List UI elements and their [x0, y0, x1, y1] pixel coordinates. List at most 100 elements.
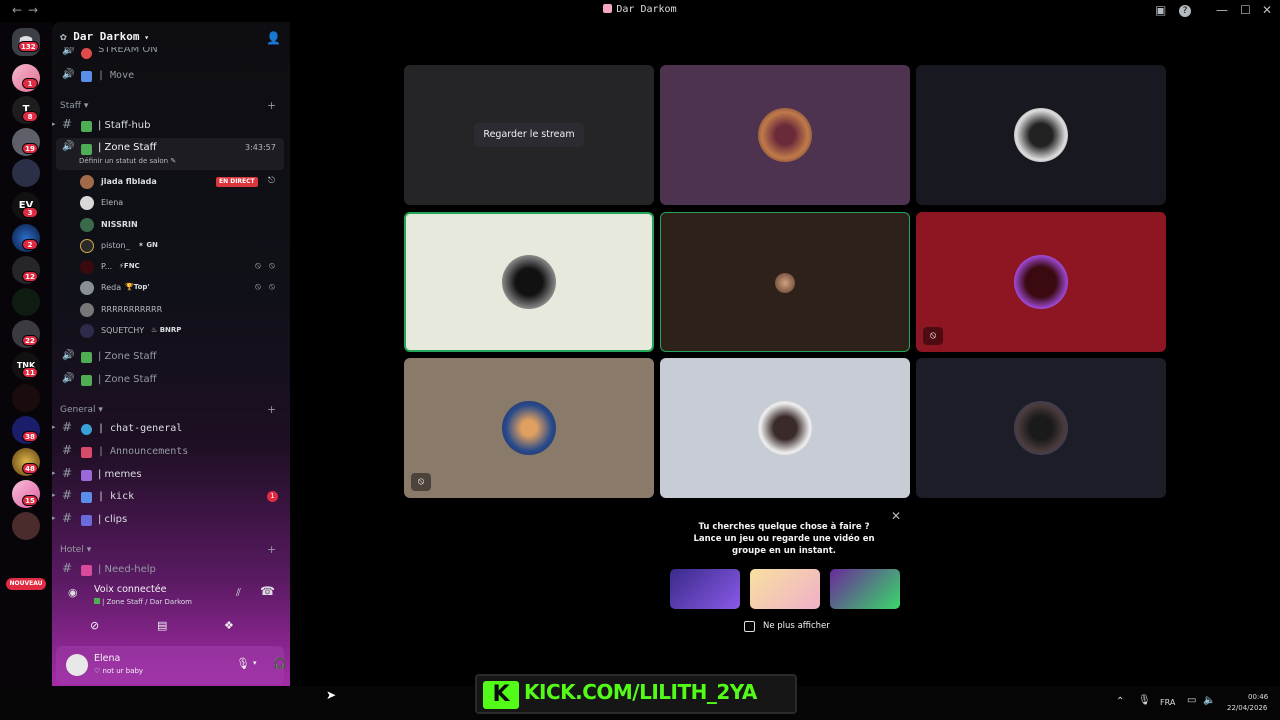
mouse-cursor-icon: ➤	[326, 688, 337, 702]
maximize-icon[interactable]: ☐	[1240, 3, 1251, 17]
disconnect-icon[interactable]: ☎	[260, 584, 275, 598]
video-tile-speaking[interactable]	[404, 212, 654, 352]
channel-row[interactable]: 🔊 STREAM ON	[52, 47, 290, 59]
chevron-up-icon[interactable]: ⌃	[1116, 696, 1124, 707]
channel-row[interactable]: ▸ # | memes	[52, 466, 290, 482]
deafened-icon: ⦸	[411, 473, 431, 491]
avatar	[1014, 401, 1068, 455]
channel-status-hint[interactable]: Définir un statut de salon ✎	[79, 157, 176, 165]
inbox-icon[interactable]: ▣	[1155, 3, 1166, 17]
window-title: Dar Darkom	[0, 4, 1280, 15]
app-root: ← → Dar Darkom ▣ ? — ☐ ✕ 132 1 T 8 19 EV…	[0, 0, 1280, 720]
server-badge: 15	[22, 495, 38, 506]
video-tile-stream[interactable]: Regarder le stream	[404, 65, 654, 205]
caret-right-icon: ▸	[52, 423, 56, 431]
channel-row[interactable]: 🔊 | Move	[52, 69, 290, 83]
dm-badge: 132	[18, 41, 39, 52]
help-icon[interactable]: ?	[1179, 5, 1191, 17]
voice-user[interactable]: piston_ ✶ GN	[52, 238, 290, 254]
channel-row[interactable]: # | Need-help	[52, 561, 290, 577]
video-tile[interactable]	[660, 65, 910, 205]
active-voice-channel[interactable]: 🔊 | Zone Staff 3:43:57 Définir un statut…	[56, 138, 284, 170]
voice-user[interactable]: NISSRIN	[52, 217, 290, 233]
voice-user[interactable]: Reda 🏆Top' ⦸ ⦸	[52, 280, 290, 296]
video-tile[interactable]	[660, 212, 910, 352]
server-icon-red[interactable]	[12, 384, 40, 412]
avatar	[80, 239, 94, 253]
voice-user[interactable]: RRRRRRRRRRR	[52, 302, 290, 318]
server-icon-green[interactable]	[12, 288, 40, 316]
server-icon	[603, 4, 613, 13]
server-icon-brown[interactable]	[12, 512, 40, 540]
channel-row[interactable]: 🔊 | Zone Staff	[52, 373, 290, 387]
channel-emoji-icon	[81, 71, 92, 82]
voice-user[interactable]: SQUETCHY ♨ BNRP	[52, 323, 290, 339]
channel-emoji-icon	[81, 48, 92, 59]
hash-icon: #	[62, 511, 73, 525]
server-badge: 12	[22, 271, 38, 282]
channel-emoji-icon	[81, 447, 92, 458]
avatar	[80, 196, 94, 210]
add-member-icon[interactable]: 👤	[266, 31, 281, 45]
voice-channel-link[interactable]: | Zone Staff / Dar Darkom	[94, 598, 192, 606]
video-tile[interactable]	[660, 358, 910, 498]
channel-row[interactable]: ▸ # | chat-general	[52, 420, 290, 436]
server-badge: 1	[22, 78, 38, 89]
category-general[interactable]: General ▾	[60, 405, 103, 415]
video-tile[interactable]: ⦸	[404, 358, 654, 498]
channel-row[interactable]: ▸ # | kick 1	[52, 488, 290, 504]
channel-row[interactable]: 🔊 | Zone Staff	[52, 350, 290, 364]
category-hotel[interactable]: Hotel ▾	[60, 545, 91, 555]
channel-sidebar: ✿ Dar Darkom ▾ 👤 🔊 STREAM ON 🔊 | Move St…	[52, 22, 290, 686]
channel-emoji-icon	[94, 598, 100, 604]
voice-user[interactable]: jlada flblada EN DIRECT ⎋	[52, 174, 290, 190]
user-tag: ⚡FNC	[119, 262, 140, 270]
microphone-icon[interactable]: 🎙	[1138, 695, 1151, 706]
dont-show-checkbox[interactable]	[744, 621, 755, 632]
close-window-icon[interactable]: ✕	[1262, 3, 1272, 17]
camera-off-icon[interactable]: ⊘	[90, 619, 99, 632]
user-tag: ♨ BNRP	[151, 326, 182, 334]
microphone-icon[interactable]: 🎙	[236, 657, 250, 670]
headphones-icon[interactable]: 🎧	[273, 657, 287, 670]
video-tile[interactable]: ⦸	[916, 212, 1166, 352]
channel-emoji-icon	[81, 565, 92, 576]
add-channel-icon[interactable]: +	[267, 543, 276, 556]
server-icon-dark[interactable]	[12, 159, 40, 187]
activity-card-game[interactable]	[830, 569, 900, 609]
video-tile[interactable]	[916, 65, 1166, 205]
activity-card-watch-together[interactable]	[670, 569, 740, 609]
avatar	[80, 281, 94, 295]
server-badge: 48	[22, 463, 38, 474]
server-rail: 132 1 T 8 19 EV 3 2 12 22 TNK 11 38 48 1…	[0, 22, 52, 686]
chevron-down-icon[interactable]: ▾	[253, 659, 257, 667]
user-status: ♡ not ur baby	[94, 667, 144, 675]
watch-stream-button[interactable]: Regarder le stream	[474, 123, 584, 147]
avatar	[80, 175, 94, 189]
deafened-icon: ⦸	[269, 261, 275, 271]
minimize-icon[interactable]: —	[1216, 3, 1228, 17]
avatar	[758, 108, 812, 162]
server-badge: 8	[22, 111, 38, 122]
activity-prompt: Tu cherches quelque chose à faire ? Lanc…	[693, 522, 875, 556]
channel-emoji-icon	[81, 352, 92, 363]
activity-card-putt-party[interactable]	[750, 569, 820, 609]
video-tile[interactable]	[916, 358, 1166, 498]
voice-user[interactable]: P... ⚡FNC ⦸ ⦸	[52, 259, 290, 275]
volume-icon[interactable]: 🔈	[1203, 695, 1215, 706]
network-icon[interactable]: ▭	[1187, 695, 1196, 706]
avatar[interactable]	[66, 654, 88, 676]
channel-row[interactable]: ▸ # | Staff-hub	[52, 117, 290, 133]
channel-row[interactable]: ▸ # | clips	[52, 511, 290, 527]
noise-suppression-icon[interactable]: ⫽	[236, 586, 241, 600]
screen-share-icon[interactable]: ▤	[157, 619, 167, 632]
speaker-icon: 🔊	[62, 350, 75, 361]
chevron-down-icon: ▾	[139, 33, 150, 42]
activity-suggestion: ✕ Tu cherches quelque chose à faire ? La…	[659, 503, 909, 641]
activities-icon[interactable]: ❖	[224, 619, 234, 632]
category-staff[interactable]: Staff ▾	[60, 101, 88, 111]
add-channel-icon[interactable]: +	[267, 99, 276, 112]
add-channel-icon[interactable]: +	[267, 403, 276, 416]
voice-user[interactable]: Elena	[52, 195, 290, 211]
channel-row[interactable]: # | Announcements	[52, 443, 290, 459]
